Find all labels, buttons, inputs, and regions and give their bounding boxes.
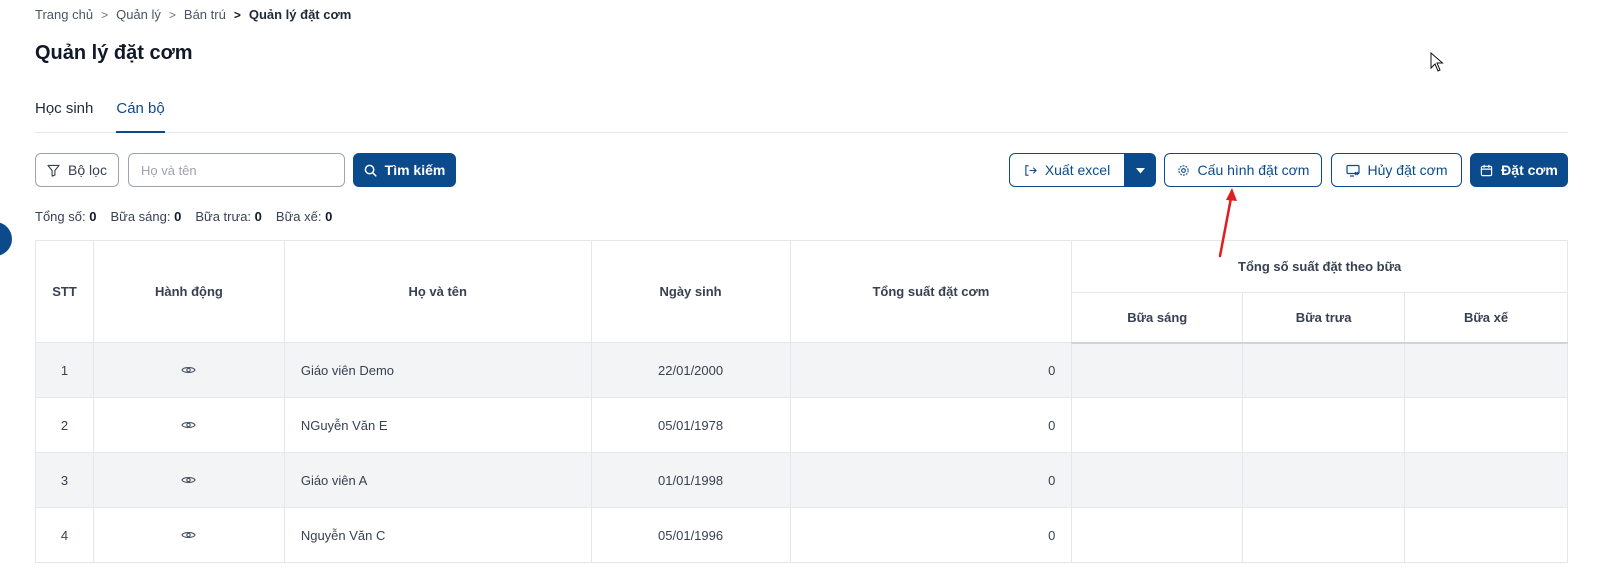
cell-lunch [1242,452,1406,508]
cell-action [92,397,285,453]
export-excel-group: Xuất excel [1009,153,1156,187]
filter-icon [47,164,60,177]
cell-action [92,452,285,508]
breadcrumb: Trang chủ > Quản lý > Bán trú > Quản lý … [35,7,351,22]
export-excel-dropdown[interactable] [1125,153,1156,187]
cell-snack [1404,397,1568,453]
export-excel-label: Xuất excel [1044,162,1111,178]
table-row: 2 NGuyễn Văn E 05/01/1978 0 [35,397,1568,453]
header-meal-group: Tổng số suất đặt theo bữa [1071,240,1568,293]
header-lunch: Bữa trưa [1242,292,1406,344]
stat-snack: Bữa xế: 0 [275,209,333,224]
cell-dob: 05/01/1978 [590,397,791,453]
breadcrumb-separator-icon: > [233,7,241,22]
cell-action [92,507,285,563]
tab-students[interactable]: Học sinh [35,98,93,133]
cell-stt: 3 [35,452,94,508]
cancel-order-button[interactable]: Hủy đặt cơm [1331,153,1462,187]
breadcrumb-home[interactable]: Trang chủ [35,7,93,22]
search-button[interactable]: Tìm kiếm [353,153,456,187]
breadcrumb-separator-icon: > [168,7,176,22]
filter-button-label: Bộ lọc [68,162,107,178]
meal-config-label: Cấu hình đặt cơm [1197,162,1310,178]
breadcrumb-separator-icon: > [101,7,109,22]
search-icon [364,164,377,177]
order-meal-button[interactable]: Đặt cơm [1470,153,1568,187]
cell-dob: 05/01/1996 [590,507,791,563]
table-row: 4 Nguyễn Văn C 05/01/1996 0 [35,507,1568,563]
cell-name: Giáo viên Demo [283,342,592,398]
cell-total: 0 [789,507,1073,563]
cell-total: 0 [789,342,1073,398]
cell-dob: 01/01/1998 [590,452,791,508]
header-breakfast: Bữa sáng [1071,292,1244,344]
filter-button[interactable]: Bộ lọc [35,153,119,187]
breadcrumb-manage[interactable]: Quản lý [116,7,161,22]
stat-total: Tổng số: 0 [35,209,97,224]
breadcrumb-boarding[interactable]: Bán trú [184,7,226,22]
cell-stt: 1 [35,342,94,398]
header-name: Họ và tên [283,240,592,343]
search-button-label: Tìm kiếm [384,162,446,178]
cell-total: 0 [789,452,1073,508]
meal-config-button[interactable]: Cấu hình đặt cơm [1164,153,1322,187]
mouse-cursor-icon [1430,52,1444,72]
cell-breakfast [1071,342,1244,398]
cell-stt: 2 [35,397,94,453]
page-title: Quản lý đặt cơm [35,42,193,64]
summary-stats: Tổng số: 0 Bữa sáng: 0 Bữa trưa: 0 Bữa x… [35,209,332,224]
meal-order-table: STT Hành động Họ và tên Ngày sinh Tổng s… [35,240,1568,563]
order-meal-label: Đặt cơm [1501,162,1558,178]
gear-icon [1177,164,1190,177]
name-search-input[interactable] [128,153,345,187]
cell-dob: 22/01/2000 [590,342,791,398]
cell-action [92,342,285,398]
table-row: 1 Giáo viên Demo 22/01/2000 0 [35,342,1568,398]
cell-name: Giáo viên A [283,452,592,508]
cell-snack [1404,452,1568,508]
stat-lunch: Bữa trưa: 0 [195,209,262,224]
cell-lunch [1242,342,1406,398]
stat-breakfast: Bữa sáng: 0 [110,209,182,224]
cell-snack [1404,342,1568,398]
header-total: Tổng suất đặt cơm [789,240,1073,343]
table-row: 3 Giáo viên A 01/01/1998 0 [35,452,1568,508]
cell-breakfast [1071,507,1244,563]
cell-snack [1404,507,1568,563]
cancel-order-icon [1345,164,1360,177]
export-icon [1024,164,1037,177]
cell-breakfast [1071,452,1244,508]
export-excel-button[interactable]: Xuất excel [1009,153,1125,187]
cell-lunch [1242,507,1406,563]
eye-icon[interactable] [181,473,197,488]
eye-icon[interactable] [181,418,197,433]
cell-stt: 4 [35,507,94,563]
eye-icon[interactable] [181,528,197,543]
header-dob: Ngày sinh [590,240,791,343]
caret-down-icon [1136,161,1145,179]
cancel-order-label: Hủy đặt cơm [1367,162,1448,178]
eye-icon[interactable] [181,363,197,378]
cell-lunch [1242,397,1406,453]
tab-bar: Học sinh Cán bộ [35,98,1568,133]
tab-staff[interactable]: Cán bộ [116,98,165,133]
cell-name: Nguyễn Văn C [283,507,592,563]
header-action: Hành động [92,240,285,343]
cell-name: NGuyễn Văn E [283,397,592,453]
breadcrumb-current: Quản lý đặt cơm [248,7,352,22]
header-snack: Bữa xế [1404,292,1568,344]
calendar-icon [1480,164,1493,177]
cell-breakfast [1071,397,1244,453]
side-panel-toggle[interactable] [0,222,12,256]
header-stt: STT [35,240,94,343]
cell-total: 0 [789,397,1073,453]
